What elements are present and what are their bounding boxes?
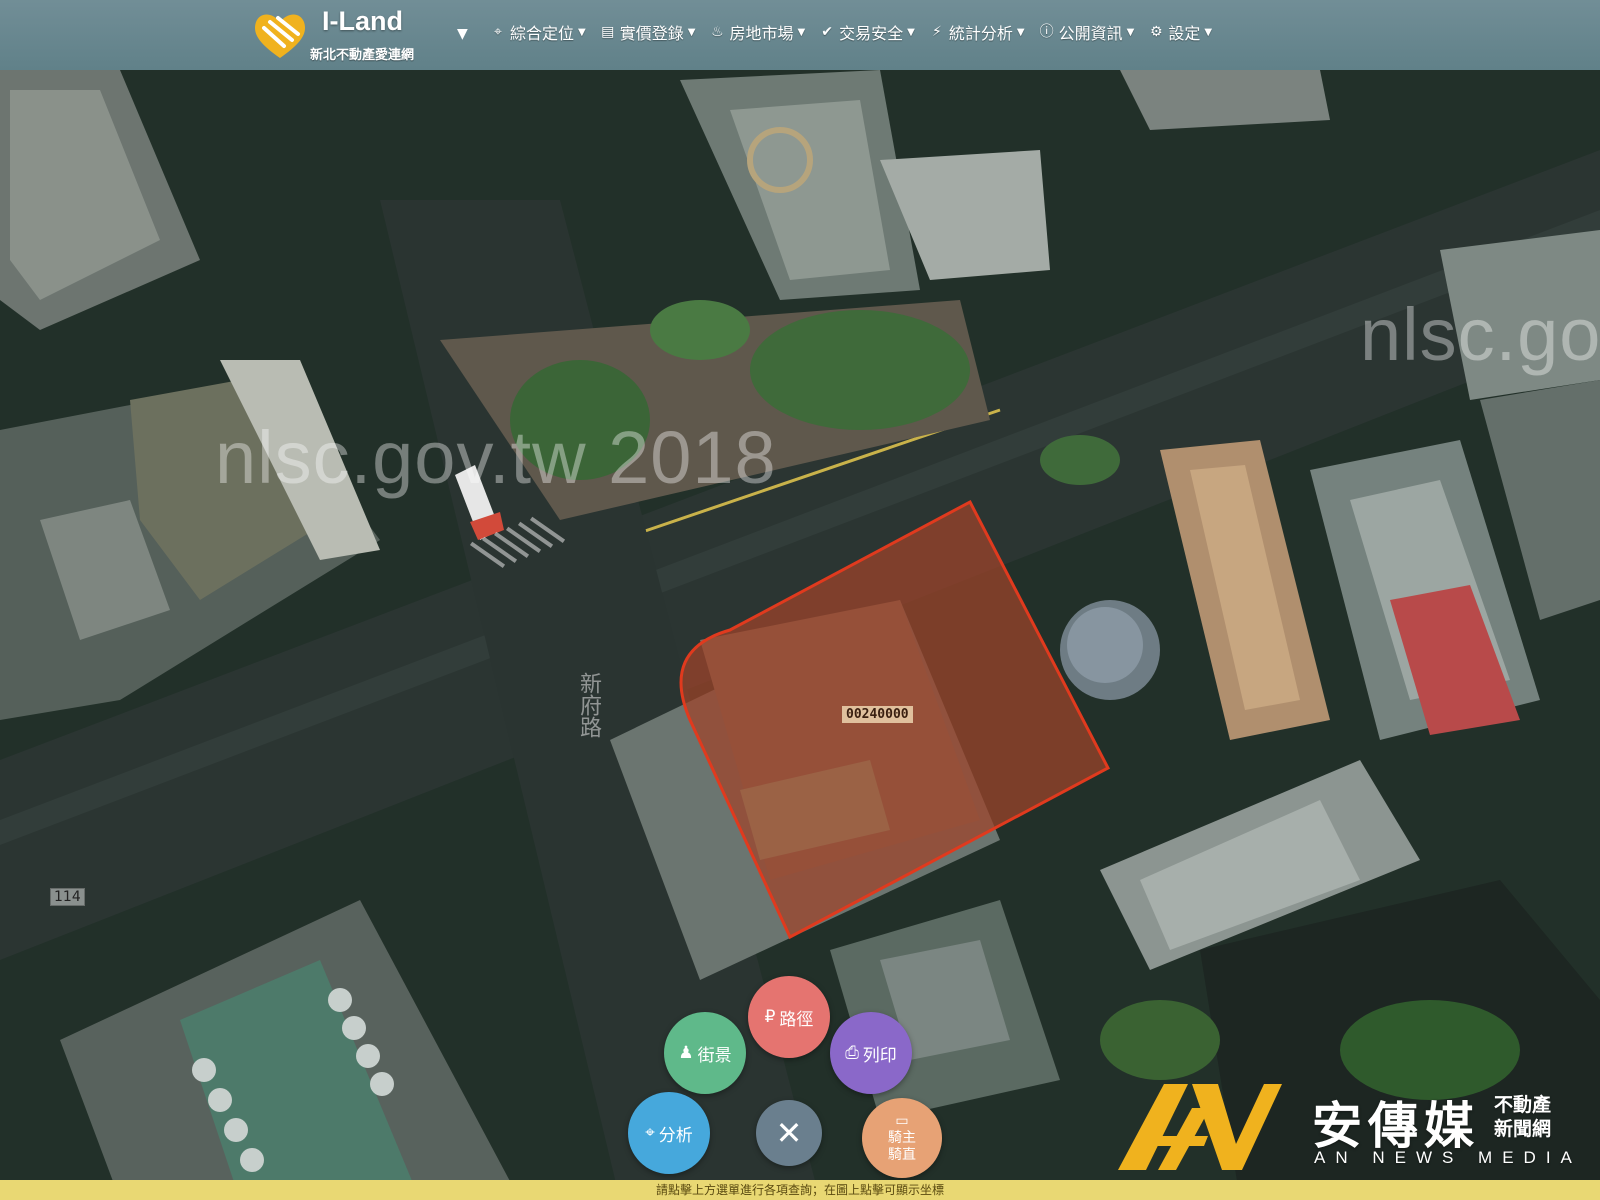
menu-item-market[interactable]: ♨ 房地市場 ▼ [709,20,805,44]
printer-icon: ⎙ [845,1043,859,1063]
menu-item-label: 公開資訊 [1058,24,1123,43]
analysis-label: 分析 [658,1125,693,1146]
print-label: 列印 [862,1045,897,1066]
chevron-down-icon: ▼ [1204,26,1213,38]
fire-icon: ♨ [711,24,724,40]
menu-item-statistics[interactable]: ⚡ 統計分析 ▼ [929,20,1025,44]
top-navigation-bar: I-Land 新北不動產愛連網 ▼ ⌖ 綜合定位 ▼ ▤ 實價登錄 ▼ ♨ 房地… [0,0,1600,70]
menu-item-safety[interactable]: ✔ 交易安全 ▼ [819,20,915,44]
menu-item-label: 房地市場 [729,24,794,43]
menu-item-price-register[interactable]: ▤ 實價登錄 ▼ [600,20,696,44]
main-menu: ⌖ 綜合定位 ▼ ▤ 實價登錄 ▼ ♨ 房地市場 ▼ ✔ 交易安全 ▼ ⚡ 統計… [490,20,1212,44]
app-subtitle: 新北不動產愛連網 [310,48,415,63]
check-circle-icon: ✔ [821,24,834,40]
menu-item-label: 綜合定位 [510,24,575,43]
route-label: 路徑 [779,1009,814,1030]
info-icon: ⓘ [1039,24,1054,40]
owner-label-line1: 騎主 [888,1129,916,1146]
owner-button[interactable]: ▭ 騎主 騎直 [862,1098,942,1178]
route-button[interactable]: ₽ 路徑 [748,976,830,1058]
road-number-label: 114 [50,888,85,906]
map-pin-icon: ⌖ [645,1123,655,1143]
menu-item-label: 交易安全 [839,24,904,43]
menu-item-label: 實價登錄 [619,24,684,43]
menu-item-location[interactable]: ⌖ 綜合定位 ▼ [490,20,586,44]
street-view-label: 街景 [697,1045,732,1066]
print-button[interactable]: ⎙ 列印 [830,1012,912,1094]
chevron-down-icon: ▼ [687,26,696,38]
street-view-button[interactable]: ♟ 街景 [664,1012,746,1094]
register-icon: ▤ [601,24,615,40]
chevron-down-icon: ▼ [797,26,806,38]
menu-item-settings[interactable]: ⚙ 設定 ▼ [1148,20,1212,44]
chevron-down-icon: ▼ [578,26,586,38]
owner-label-line2: 騎直 [888,1146,916,1163]
app-title[interactable]: I-Land [322,6,403,37]
menu-item-public-info[interactable]: ⓘ 公開資訊 ▼ [1039,20,1135,44]
menu-item-label: 統計分析 [948,24,1013,43]
gear-icon: ⚙ [1150,24,1163,40]
close-button[interactable]: ✕ [756,1100,822,1166]
route-icon: ₽ [764,1007,776,1027]
map-pin-icon: ⌖ [494,24,502,40]
parcel-number-label[interactable]: 00240000 [842,706,913,723]
i-land-logo-icon[interactable] [250,6,310,64]
status-hint-bar: 請點擊上方選單進行各項查詢；在圖上點擊可顯示坐標 [0,1180,1600,1200]
close-icon: ✕ [775,1114,803,1152]
news-brand-tag: 不動產 [1494,1094,1552,1116]
news-brand-tag: 新聞網 [1494,1118,1552,1140]
chart-line-icon: ⚡ [931,24,942,40]
analysis-button[interactable]: ⌖ 分析 [628,1092,710,1174]
chevron-down-icon[interactable]: ▼ [457,26,468,42]
person-icon: ♟ [678,1043,694,1063]
road-name-label: 新府路 [576,672,601,738]
news-brand-english: AN NEWS MEDIA [1314,1148,1582,1167]
chevron-down-icon: ▼ [907,26,915,38]
an-news-media-logo-icon [1118,1084,1282,1170]
chevron-down-icon: ▼ [1126,26,1135,38]
menu-item-label: 設定 [1168,24,1201,43]
chevron-down-icon: ▼ [1016,26,1025,38]
document-icon: ▭ [895,1112,909,1129]
